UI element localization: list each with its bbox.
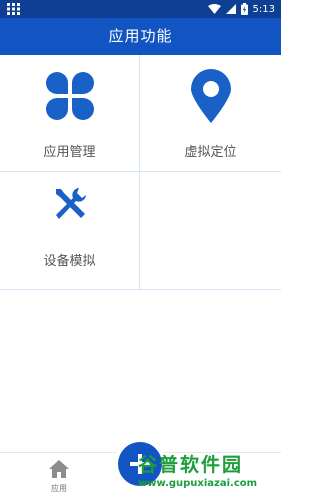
page-title: 应用功能 [0,18,281,55]
watermark-url: www.gupuxiazai.com [138,478,258,489]
tile-label: 虚拟定位 [184,145,237,160]
location-pin-icon [190,69,231,123]
feature-grid: 应用管理 虚拟定位 设备模拟 [0,55,281,290]
four-petal-icon [45,72,94,120]
tile-label: 应用管理 [43,145,96,160]
tile-virtual-location[interactable]: 虚拟定位 [140,55,281,172]
tile-label: 设备模拟 [43,254,96,269]
signal-icon [225,4,236,14]
watermark: 谷普软件园 www.gupuxiazai.com [138,448,279,500]
battery-icon [240,3,248,15]
status-bar: 5:13 [0,0,281,18]
tile-device-simulation[interactable]: 设备模拟 [0,172,140,290]
nav-item-apps[interactable]: 应用 [46,460,72,494]
home-icon [49,460,69,478]
tile-empty [140,172,281,290]
nav-label: 应用 [51,484,67,493]
tile-app-management[interactable]: 应用管理 [0,55,140,172]
wrench-screwdriver-icon [55,188,86,219]
status-time: 5:13 [252,3,275,15]
app-grid-icon [7,3,20,15]
watermark-title: 谷普软件园 [138,454,244,476]
wifi-icon [207,4,221,14]
